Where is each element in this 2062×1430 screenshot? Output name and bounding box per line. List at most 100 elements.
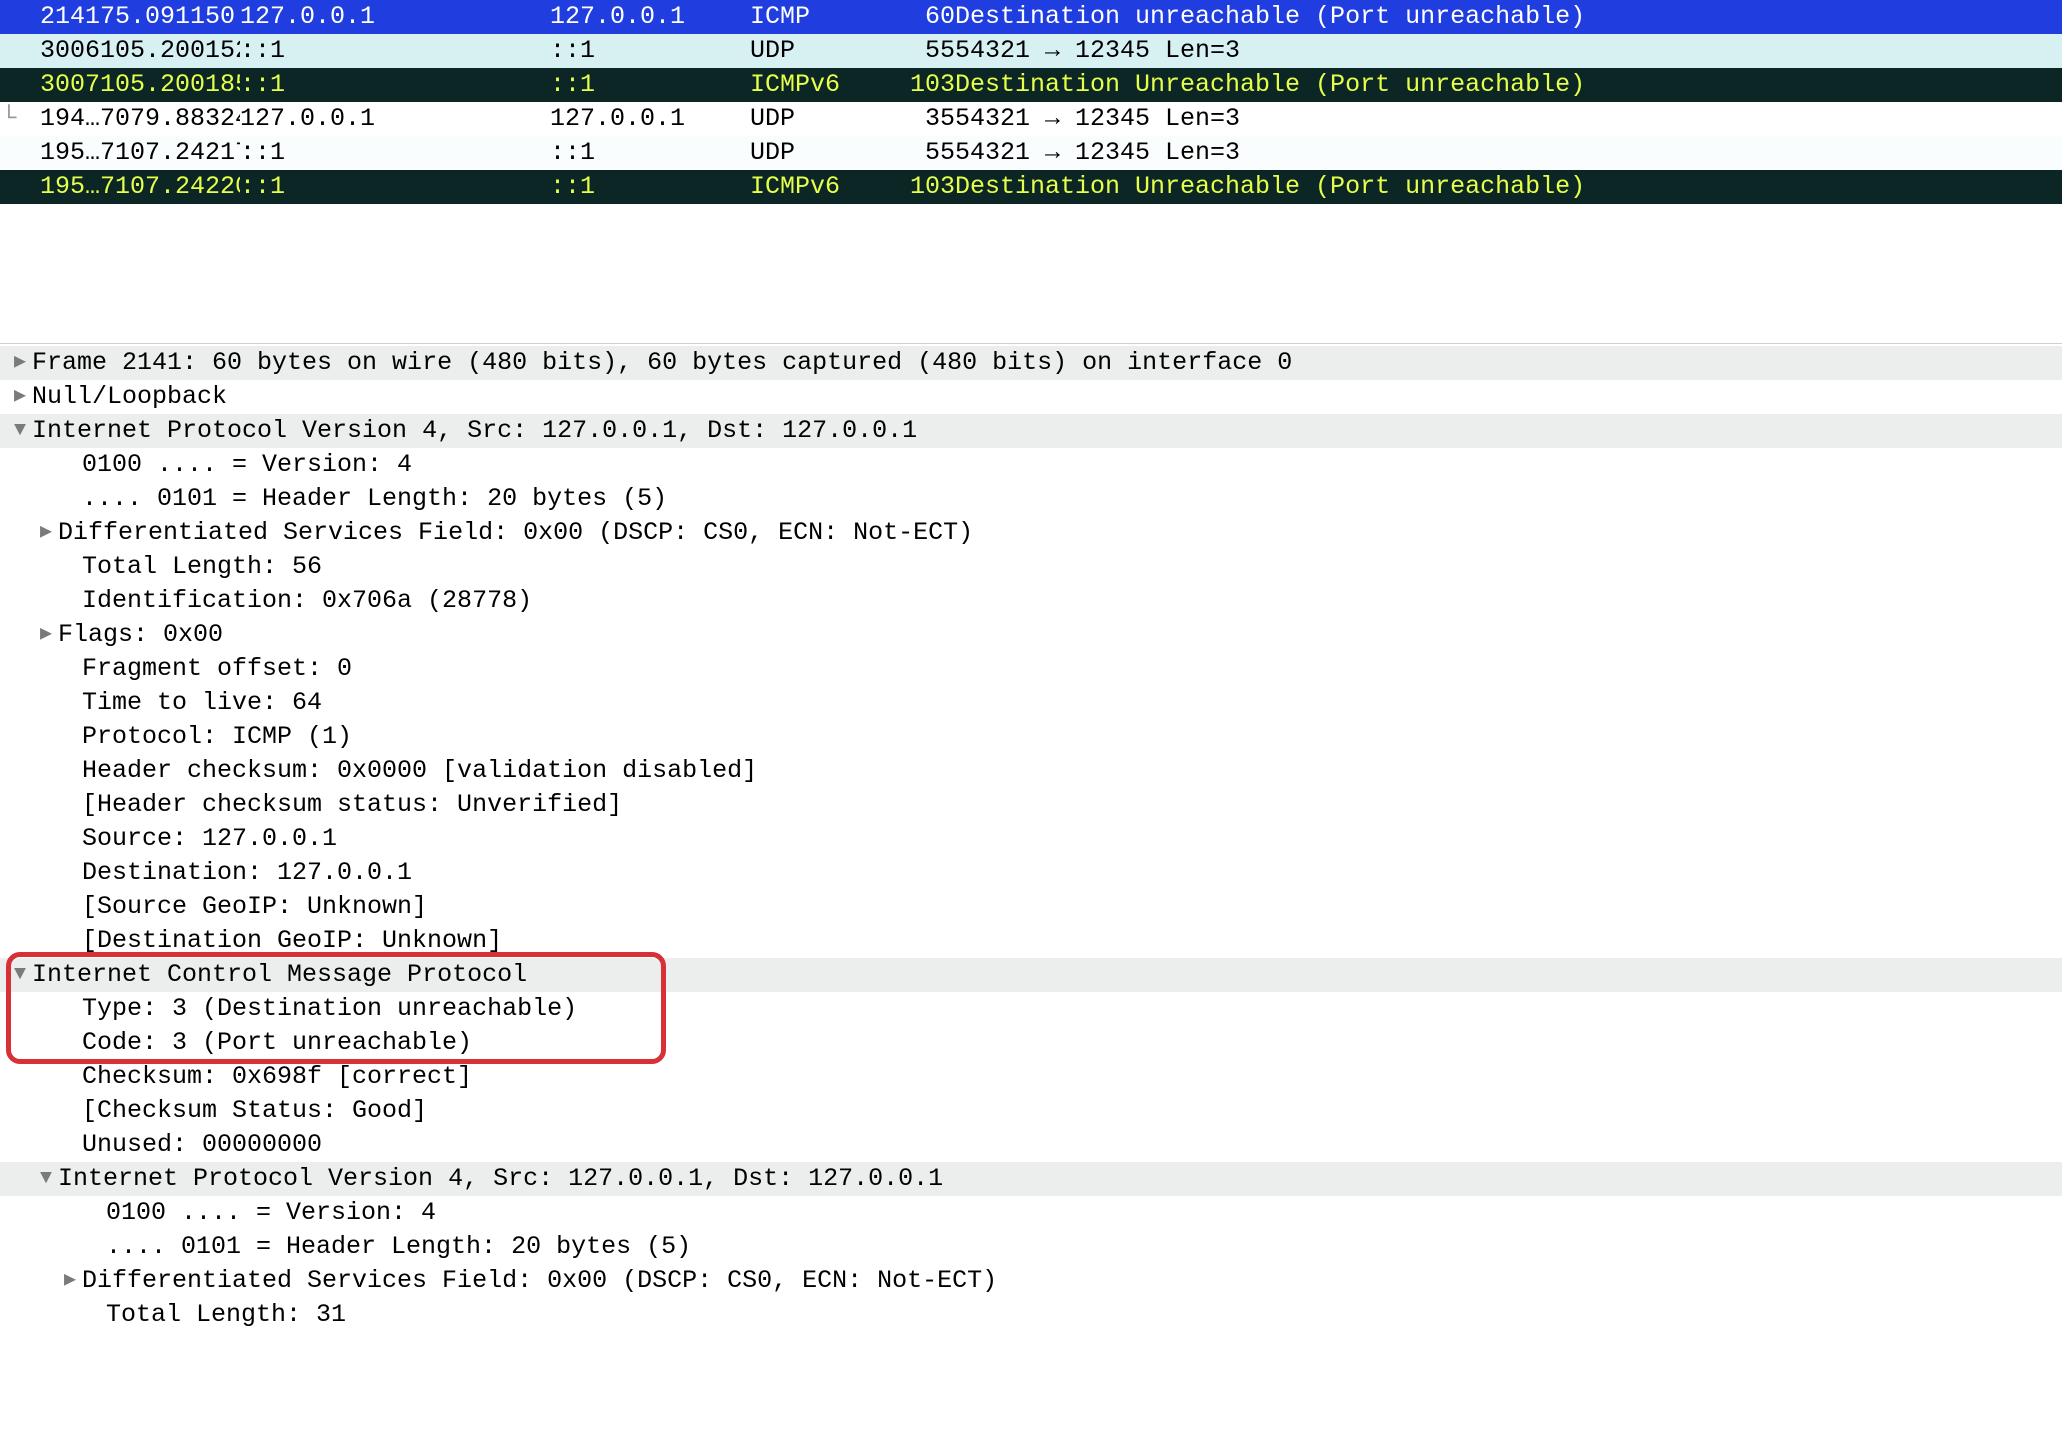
detail-text: Source: 127.0.0.1 <box>82 824 337 854</box>
packet-no-cell: 3007 <box>20 68 100 102</box>
detail-text: Internet Control Message Protocol <box>32 960 527 990</box>
packet-details-pane[interactable]: Frame 2141: 60 bytes on wire (480 bits),… <box>0 344 2062 1332</box>
packet-info-cell: Destination Unreachable (Port unreachabl… <box>955 68 2062 102</box>
detail-row[interactable]: Internet Protocol Version 4, Src: 127.0.… <box>0 1162 2062 1196</box>
packet-row[interactable]: 3006105.200152::1::1UDP5554321 → 12345 L… <box>0 34 2062 68</box>
packet-info-cell: 54321 → 12345 Len=3 <box>955 34 2062 68</box>
packet-dest-cell: 127.0.0.1 <box>550 102 750 136</box>
detail-row[interactable]: Null/Loopback <box>0 380 2062 414</box>
tree-icon-cell <box>0 136 20 170</box>
detail-row: [Source GeoIP: Unknown] <box>0 890 2062 924</box>
packet-time-cell: 7079.883246 <box>100 102 240 136</box>
detail-text: [Source GeoIP: Unknown] <box>82 892 427 922</box>
detail-text: Differentiated Services Field: 0x00 (DSC… <box>82 1266 997 1296</box>
packet-no-cell: 195… <box>20 170 100 204</box>
detail-row[interactable]: Differentiated Services Field: 0x00 (DSC… <box>0 516 2062 550</box>
disclosure-closed-icon[interactable] <box>8 348 32 378</box>
packet-proto-cell: UDP <box>750 34 895 68</box>
detail-row: Source: 127.0.0.1 <box>0 822 2062 856</box>
disclosure-closed-icon[interactable] <box>34 518 58 548</box>
packet-time-cell: 75.091150 <box>100 0 240 34</box>
packet-source-cell: 127.0.0.1 <box>240 102 550 136</box>
detail-row: Unused: 00000000 <box>0 1128 2062 1162</box>
disclosure-open-icon[interactable] <box>34 1164 58 1194</box>
packet-proto-cell: ICMPv6 <box>750 68 895 102</box>
packet-source-cell: 127.0.0.1 <box>240 0 550 34</box>
packet-list-table[interactable]: 214175.091150127.0.0.1127.0.0.1ICMP60Des… <box>0 0 2062 204</box>
tree-icon-cell <box>0 170 20 204</box>
tree-icon-cell <box>0 34 20 68</box>
detail-row[interactable]: Differentiated Services Field: 0x00 (DSC… <box>0 1264 2062 1298</box>
packet-len-cell: 55 <box>895 136 955 170</box>
packet-proto-cell: ICMP <box>750 0 895 34</box>
detail-text: Checksum: 0x698f [correct] <box>82 1062 472 1092</box>
detail-row: Fragment offset: 0 <box>0 652 2062 686</box>
detail-text: Fragment offset: 0 <box>82 654 352 684</box>
detail-row: [Header checksum status: Unverified] <box>0 788 2062 822</box>
packet-len-cell: 103 <box>895 68 955 102</box>
packet-proto-cell: UDP <box>750 136 895 170</box>
detail-row: [Destination GeoIP: Unknown] <box>0 924 2062 958</box>
detail-row[interactable]: Flags: 0x00 <box>0 618 2062 652</box>
packet-len-cell: 60 <box>895 0 955 34</box>
detail-text: Destination: 127.0.0.1 <box>82 858 412 888</box>
detail-row[interactable]: Frame 2141: 60 bytes on wire (480 bits),… <box>0 346 2062 380</box>
packet-source-cell: ::1 <box>240 136 550 170</box>
tree-icon-cell <box>0 0 20 34</box>
detail-row: Identification: 0x706a (28778) <box>0 584 2062 618</box>
detail-text: Null/Loopback <box>32 382 227 412</box>
detail-row: .... 0101 = Header Length: 20 bytes (5) <box>0 482 2062 516</box>
packet-source-cell: ::1 <box>240 170 550 204</box>
detail-row: [Checksum Status: Good] <box>0 1094 2062 1128</box>
detail-text: Protocol: ICMP (1) <box>82 722 352 752</box>
packet-info-cell: 54321 → 12345 Len=3 <box>955 136 2062 170</box>
packet-source-cell: ::1 <box>240 34 550 68</box>
detail-text: Code: 3 (Port unreachable) <box>82 1028 472 1058</box>
detail-text: Time to live: 64 <box>82 688 322 718</box>
detail-text: [Checksum Status: Good] <box>82 1096 427 1126</box>
packet-no-cell: 194… <box>20 102 100 136</box>
detail-row: Total Length: 56 <box>0 550 2062 584</box>
detail-text: Type: 3 (Destination unreachable) <box>82 994 577 1024</box>
packet-no-cell: 3006 <box>20 34 100 68</box>
packet-dest-cell: ::1 <box>550 34 750 68</box>
disclosure-closed-icon[interactable] <box>58 1266 82 1296</box>
disclosure-open-icon[interactable] <box>8 416 32 446</box>
detail-text: [Destination GeoIP: Unknown] <box>82 926 502 956</box>
packet-row[interactable]: └194…7079.883246127.0.0.1127.0.0.1UDP355… <box>0 102 2062 136</box>
tree-icon-cell <box>0 68 20 102</box>
packet-proto-cell: UDP <box>750 102 895 136</box>
packet-info-cell: 54321 → 12345 Len=3 <box>955 102 2062 136</box>
detail-row: Destination: 127.0.0.1 <box>0 856 2062 890</box>
detail-row: Header checksum: 0x0000 [validation disa… <box>0 754 2062 788</box>
detail-text: Header checksum: 0x0000 [validation disa… <box>82 756 757 786</box>
packet-len-cell: 35 <box>895 102 955 136</box>
packet-dest-cell: ::1 <box>550 136 750 170</box>
detail-row[interactable]: Internet Control Message Protocol <box>0 958 2062 992</box>
detail-text: 0100 .... = Version: 4 <box>82 450 412 480</box>
packet-len-cell: 55 <box>895 34 955 68</box>
detail-row: Type: 3 (Destination unreachable) <box>0 992 2062 1026</box>
detail-text: [Header checksum status: Unverified] <box>82 790 622 820</box>
packet-dest-cell: 127.0.0.1 <box>550 0 750 34</box>
packet-row[interactable]: 3007105.200185::1::1ICMPv6103Destination… <box>0 68 2062 102</box>
disclosure-open-icon[interactable] <box>8 960 32 990</box>
detail-text: Total Length: 31 <box>106 1300 346 1330</box>
detail-text: .... 0101 = Header Length: 20 bytes (5) <box>106 1232 691 1262</box>
packet-len-cell: 103 <box>895 170 955 204</box>
packet-row[interactable]: 195…7107.242209::1::1ICMPv6103Destinatio… <box>0 170 2062 204</box>
detail-row[interactable]: Internet Protocol Version 4, Src: 127.0.… <box>0 414 2062 448</box>
packet-row[interactable]: 195…7107.242179::1::1UDP5554321 → 12345 … <box>0 136 2062 170</box>
detail-row: 0100 .... = Version: 4 <box>0 1196 2062 1230</box>
packet-row[interactable]: 214175.091150127.0.0.1127.0.0.1ICMP60Des… <box>0 0 2062 34</box>
disclosure-closed-icon[interactable] <box>8 382 32 412</box>
detail-row: .... 0101 = Header Length: 20 bytes (5) <box>0 1230 2062 1264</box>
packet-time-cell: 105.200185 <box>100 68 240 102</box>
disclosure-closed-icon[interactable] <box>34 620 58 650</box>
packet-source-cell: ::1 <box>240 68 550 102</box>
detail-text: Differentiated Services Field: 0x00 (DSC… <box>58 518 973 548</box>
pane-divider[interactable] <box>0 204 2062 344</box>
packet-proto-cell: ICMPv6 <box>750 170 895 204</box>
detail-text: 0100 .... = Version: 4 <box>106 1198 436 1228</box>
detail-text: .... 0101 = Header Length: 20 bytes (5) <box>82 484 667 514</box>
